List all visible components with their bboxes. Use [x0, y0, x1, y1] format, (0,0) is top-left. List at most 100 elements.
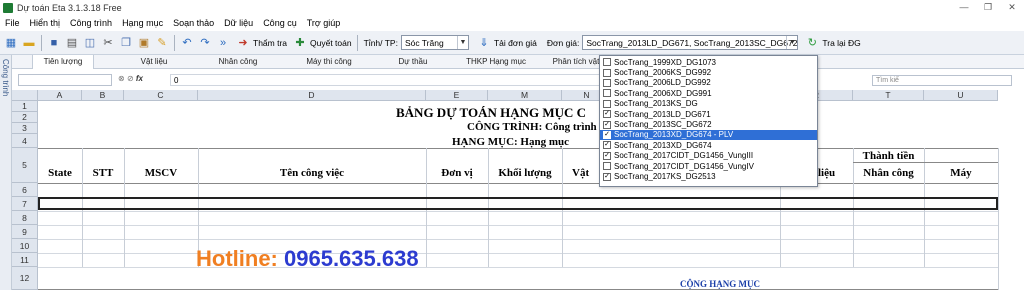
row-header[interactable]: 4: [12, 134, 38, 148]
name-box[interactable]: [18, 74, 112, 86]
fx-icon[interactable]: fx: [136, 74, 143, 83]
dropdown-item[interactable]: SocTrang_2013KS_DG: [600, 99, 817, 109]
dropdown-item[interactable]: SocTrang_2006KS_DG992: [600, 67, 817, 77]
side-label-cong-trinh[interactable]: Công trình: [1, 59, 10, 96]
menu-cong-cu[interactable]: Công cụ: [258, 15, 302, 31]
tra-lai-button[interactable]: ↻ Tra lại ĐG: [801, 35, 862, 51]
row-header[interactable]: 12: [12, 267, 38, 290]
open-folder-icon[interactable]: ▬: [21, 35, 37, 51]
dropdown-item-label: SocTrang_2013XD_DG674 - PLV: [614, 130, 734, 140]
checkbox[interactable]: ✓: [603, 110, 611, 119]
preview-icon[interactable]: ◫: [82, 35, 98, 51]
checkbox[interactable]: ✓: [603, 141, 611, 150]
tab-may-thi-cong[interactable]: Máy thi công: [298, 55, 360, 69]
tab-du-thau[interactable]: Dự thầu: [388, 55, 438, 69]
row-header[interactable]: 10: [12, 239, 38, 253]
undo-icon[interactable]: ↶: [179, 35, 195, 51]
checkbox[interactable]: ✓: [603, 120, 611, 129]
column-header[interactable]: C: [124, 90, 198, 101]
find-input[interactable]: Tìm kiế: [872, 75, 1012, 86]
tab-nhan-cong[interactable]: Nhân công: [208, 55, 268, 69]
column-header[interactable]: U: [924, 90, 998, 101]
lieu-header-partial: liệu: [818, 167, 836, 179]
menu-du-lieu[interactable]: Dữ liệu: [219, 15, 258, 31]
row-header[interactable]: 2: [12, 112, 38, 123]
checkbox[interactable]: ✓: [603, 130, 611, 139]
tab-thkp-hang-muc[interactable]: THKP Hạng mục: [464, 55, 528, 69]
copy-icon[interactable]: ❐: [118, 35, 134, 51]
redo-icon[interactable]: ↷: [197, 35, 213, 51]
checkbox[interactable]: [603, 162, 611, 171]
column-header[interactable]: D: [198, 90, 426, 101]
dropdown-item[interactable]: ✓ SocTrang_2013XD_DG674 - PLV: [600, 129, 817, 141]
menu-soan-thao[interactable]: Soạn thảo: [168, 15, 219, 31]
close-button[interactable]: ✕: [1000, 0, 1024, 15]
checkbox[interactable]: [603, 99, 611, 108]
dropdown-item[interactable]: ✓ SocTrang_2013SC_DG672: [600, 119, 817, 129]
dropdown-item[interactable]: SocTrang_2017CIDT_DG1456_VungIV: [600, 161, 817, 171]
hotline-label: Hotline:: [196, 246, 284, 271]
dropdown-item[interactable]: ✓ SocTrang_2013LD_DG671: [600, 109, 817, 119]
restore-button[interactable]: ❐: [976, 0, 1000, 15]
checkbox[interactable]: [603, 78, 611, 87]
province-select[interactable]: Sóc Trăng ▼: [400, 35, 469, 50]
column-header[interactable]: M: [488, 90, 562, 101]
menu-tro-giup[interactable]: Trợ giúp: [302, 15, 346, 31]
dropdown-item-label: SocTrang_2017KS_DG2513: [614, 172, 716, 182]
selected-row[interactable]: [38, 197, 998, 210]
confirm-icon[interactable]: ⊘: [127, 74, 134, 83]
row-header[interactable]: 11: [12, 253, 38, 267]
row-header[interactable]: 6: [12, 183, 38, 197]
dropdown-item[interactable]: ✓ SocTrang_2013XD_DG674: [600, 140, 817, 150]
minimize-button[interactable]: —: [952, 0, 976, 15]
grid-line: [38, 225, 998, 226]
row-header[interactable]: 1: [12, 101, 38, 112]
column-header[interactable]: B: [82, 90, 124, 101]
tham-tra-button[interactable]: ➜ Thẩm tra: [232, 35, 289, 51]
cut-icon[interactable]: ✂: [100, 35, 116, 51]
checkbox[interactable]: [603, 58, 611, 67]
checkbox[interactable]: [603, 89, 611, 98]
format-painter-icon[interactable]: ✎: [154, 35, 170, 51]
column-header[interactable]: T: [853, 90, 924, 101]
dropdown-item-label: SocTrang_2013LD_DG671: [614, 109, 711, 119]
app-icon: [3, 2, 13, 13]
grid-icon[interactable]: ▦: [3, 35, 19, 51]
print-icon[interactable]: ▤: [64, 35, 80, 51]
run-icon[interactable]: »: [215, 35, 231, 51]
menu-hien-thi[interactable]: Hiển thị: [25, 15, 66, 31]
menu-file[interactable]: File: [0, 15, 25, 31]
tab-vat-lieu[interactable]: Vật liệu: [124, 55, 184, 69]
grid-line: [998, 148, 999, 290]
dropdown-item-label: SocTrang_2006LD_DG992: [614, 78, 711, 88]
checkbox[interactable]: ✓: [603, 172, 611, 181]
dropdown-item[interactable]: ✓ SocTrang_2017CIDT_DG1456_VungIII: [600, 151, 817, 161]
paste-icon[interactable]: ▣: [136, 35, 152, 51]
grid-corner[interactable]: [12, 90, 38, 101]
dropdown-item-label: SocTrang_2013SC_DG672: [614, 120, 712, 130]
menu-cong-trinh[interactable]: Công trình: [65, 15, 117, 31]
checkbox[interactable]: [603, 68, 611, 77]
dropdown-item[interactable]: SocTrang_2006LD_DG992: [600, 78, 817, 88]
row-header[interactable]: 7: [12, 197, 38, 211]
quyet-toan-button[interactable]: ✚ Quyết toán: [289, 35, 354, 51]
dropdown-item[interactable]: SocTrang_2006XD_DG991: [600, 88, 817, 98]
checkbox[interactable]: ✓: [603, 151, 611, 160]
don-gia-select[interactable]: SocTrang_2013LD_DG671, SocTrang_2013SC_D…: [582, 35, 799, 50]
save-icon[interactable]: ■: [46, 35, 62, 51]
dropdown-item[interactable]: SocTrang_1999XD_DG1073: [600, 57, 817, 67]
tai-don-gia-button[interactable]: ⇓ Tải đơn giá: [473, 35, 539, 51]
row-header[interactable]: 3: [12, 123, 38, 134]
row-header[interactable]: 8: [12, 211, 38, 225]
cancel-icon[interactable]: ⊗: [118, 74, 125, 83]
column-header[interactable]: A: [38, 90, 82, 101]
formula-input[interactable]: 0: [170, 74, 600, 86]
grid-line: [38, 183, 998, 184]
row-header[interactable]: 5: [12, 148, 38, 183]
tab-tien-luong[interactable]: Tiên lượng: [32, 55, 94, 69]
column-header[interactable]: E: [426, 90, 488, 101]
row-header[interactable]: 9: [12, 225, 38, 239]
menu-hang-muc[interactable]: Hạng mục: [117, 15, 168, 31]
tab-phan-tich-vat[interactable]: Phân tích vật: [552, 55, 600, 69]
dropdown-item[interactable]: ✓ SocTrang_2017KS_DG2513: [600, 171, 817, 181]
